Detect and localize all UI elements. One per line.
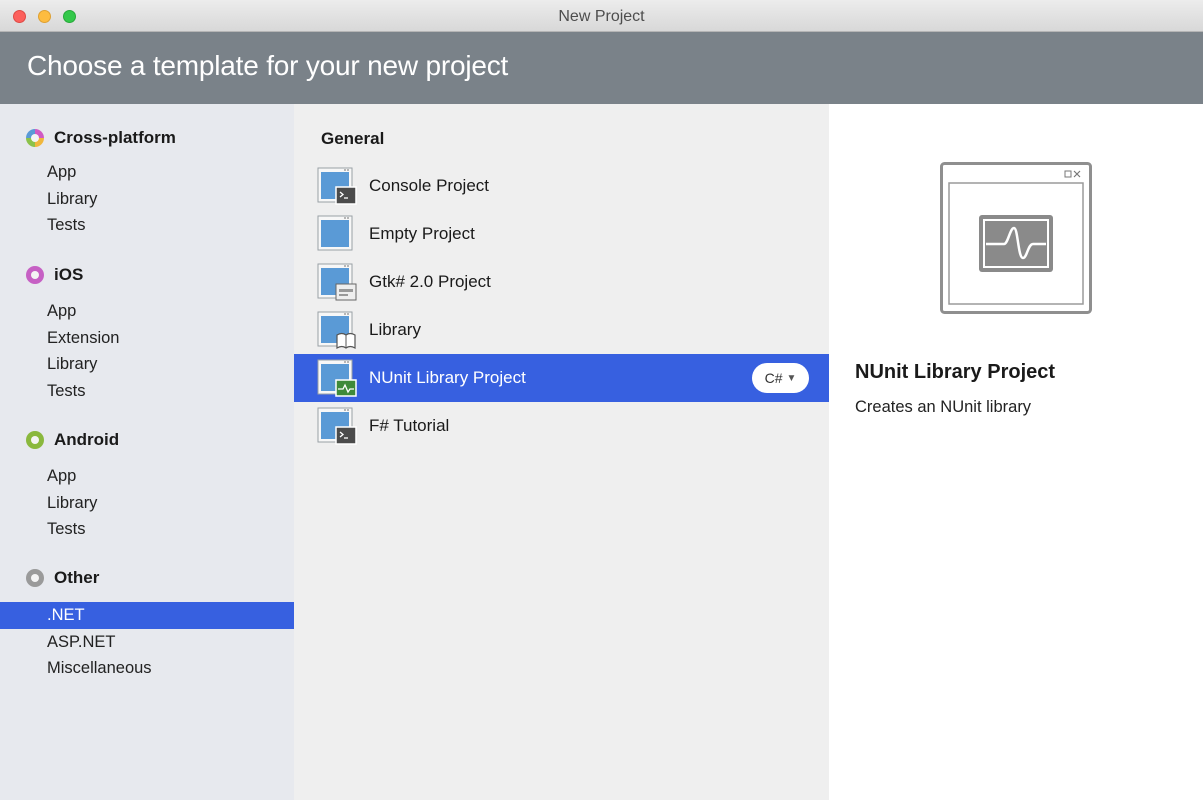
library-project-icon: [317, 311, 356, 350]
template-label: Console Project: [369, 176, 490, 195]
category-header[interactable]: Cross-platform: [0, 126, 294, 150]
category-label: Cross-platform: [54, 128, 176, 147]
template-library[interactable]: Library: [294, 306, 829, 354]
template-gtk-project[interactable]: Gtk# 2.0 Project: [294, 258, 829, 306]
header-band: Choose a template for your new project: [0, 32, 1203, 104]
other-circle-icon: [26, 569, 44, 587]
category-header[interactable]: iOS: [0, 263, 294, 287]
sidebar-item-cross-platform-library[interactable]: Library: [0, 186, 294, 213]
template-list-panel: General Console Project Empty Project Gt…: [294, 104, 829, 800]
sidebar-item-dotnet[interactable]: .NET: [0, 602, 294, 629]
empty-project-icon: [317, 215, 353, 251]
category-label: Other: [54, 568, 100, 587]
title-bar: New Project: [0, 0, 1203, 32]
template-label: F# Tutorial: [369, 416, 450, 435]
page-title: Choose a template for your new project: [27, 50, 509, 81]
template-console-project[interactable]: Console Project: [294, 162, 829, 210]
section-heading: General: [321, 129, 385, 148]
gtk-project-icon: [317, 263, 357, 301]
sidebar-item-android-library[interactable]: Library: [0, 490, 294, 517]
android-circle-icon: [26, 431, 44, 449]
template-nunit-library-project[interactable]: NUnit Library Project C# ▼: [294, 354, 829, 402]
template-preview-image: [940, 162, 1092, 314]
template-fsharp-tutorial[interactable]: F# Tutorial: [294, 402, 829, 450]
console-project-icon: [317, 167, 357, 205]
ios-circle-icon: [26, 266, 44, 284]
fsharp-tutorial-icon: [317, 407, 357, 445]
category-sidebar: Cross-platform App Library Tests iOS App…: [0, 104, 294, 800]
window-title: New Project: [558, 8, 645, 25]
sidebar-item-ios-tests[interactable]: Tests: [0, 378, 294, 405]
sidebar-item-ios-library[interactable]: Library: [0, 351, 294, 378]
template-label: Gtk# 2.0 Project: [369, 272, 491, 291]
sidebar-item-miscellaneous[interactable]: Miscellaneous: [0, 655, 294, 682]
category-other: Other .NET ASP.NET Miscellaneous: [0, 566, 294, 682]
template-empty-project[interactable]: Empty Project: [294, 210, 829, 258]
sidebar-item-cross-platform-app[interactable]: App: [0, 159, 294, 186]
sidebar-item-android-tests[interactable]: Tests: [0, 516, 294, 543]
category-ios: iOS App Extension Library Tests: [0, 263, 294, 405]
category-header[interactable]: Other: [0, 566, 294, 590]
template-label: Library: [369, 320, 421, 339]
template-label: Empty Project: [369, 224, 475, 243]
sidebar-item-cross-platform-tests[interactable]: Tests: [0, 212, 294, 239]
language-label: C#: [764, 370, 783, 386]
category-label: Android: [54, 430, 120, 449]
template-details-panel: NUnit Library Project Creates an NUnit l…: [829, 104, 1203, 800]
sidebar-item-ios-app[interactable]: App: [0, 298, 294, 325]
template-label: NUnit Library Project: [369, 368, 526, 387]
nunit-project-icon: [317, 359, 357, 397]
template-detail-description: Creates an NUnit library: [855, 398, 1032, 416]
sidebar-item-ios-extension[interactable]: Extension: [0, 325, 294, 352]
sidebar-item-aspnet[interactable]: ASP.NET: [0, 629, 294, 656]
category-android: Android App Library Tests: [0, 428, 294, 543]
caret-down-icon: ▼: [786, 372, 797, 384]
multicolor-circle-icon: [26, 129, 44, 147]
template-detail-title: NUnit Library Project: [855, 361, 1056, 383]
category-header[interactable]: Android: [0, 428, 294, 452]
sidebar-item-android-app[interactable]: App: [0, 463, 294, 490]
language-selector[interactable]: C# ▼: [752, 363, 809, 393]
category-cross-platform: Cross-platform App Library Tests: [0, 126, 294, 239]
category-label: iOS: [54, 265, 84, 284]
